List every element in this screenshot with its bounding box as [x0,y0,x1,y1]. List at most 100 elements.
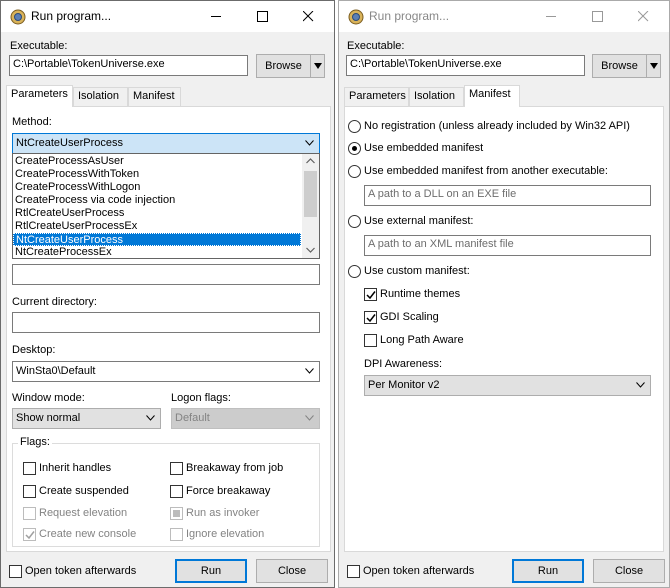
browse-label: Browse [601,60,638,72]
window-mode-label: Window mode: [12,392,85,404]
use-embedded-other-radio[interactable] [348,165,361,178]
desktop-select[interactable]: WinSta0\Default [12,361,320,382]
long-path-aware-label: Long Path Aware [380,334,464,346]
runtime-themes-checkbox[interactable] [364,288,377,301]
browse-dropdown-arrow[interactable] [646,55,660,77]
force-breakaway-checkbox[interactable] [170,485,183,498]
title-bar[interactable]: Run program... [1,1,334,32]
close-button[interactable]: Close [593,559,665,583]
logon-flags-label: Logon flags: [171,392,231,404]
executable-label: Executable: [347,40,405,52]
xml-path-input[interactable]: A path to an XML manifest file [364,235,651,256]
checkmark-icon [366,291,376,300]
open-token-afterwards-checkbox[interactable] [9,565,22,578]
request-elevation-label: Request elevation [39,507,128,519]
scroll-down-icon[interactable] [306,247,315,253]
runtime-themes-label: Runtime themes [380,288,461,300]
tab-parameters[interactable]: Parameters [344,87,409,106]
run-button[interactable]: Run [512,559,584,583]
xml-path-placeholder: A path to an XML manifest file [368,238,514,250]
use-custom-manifest-label: Use custom manifest: [364,265,470,277]
executable-label: Executable: [10,40,68,52]
browse-dropdown-arrow[interactable] [310,55,324,77]
method-option[interactable]: RtlCreateUserProcess [13,207,303,220]
tab-manifest[interactable]: Manifest [464,85,520,107]
dropdown-scrollbar[interactable] [302,154,319,258]
maximize-icon [257,11,268,22]
create-suspended-label: Create suspended [39,485,129,497]
open-token-afterwards-checkbox[interactable] [347,565,360,578]
open-token-afterwards-label: Open token afterwards [25,565,137,577]
use-custom-manifest-radio[interactable] [348,265,361,278]
close-window-button[interactable] [621,1,667,32]
parameters-input[interactable] [12,264,320,285]
minimize-icon [211,16,221,17]
checkmark-icon [366,314,376,323]
dpi-awareness-select[interactable]: Per Monitor v2 [364,375,651,396]
long-path-aware-checkbox[interactable] [364,334,377,347]
scroll-up-icon[interactable] [306,158,315,164]
use-embedded-manifest-radio[interactable] [348,142,361,155]
method-option[interactable]: RtlCreateUserProcessEx [13,220,303,233]
create-suspended-checkbox[interactable] [23,485,36,498]
breakaway-from-job-label: Breakaway from job [186,462,284,474]
method-option[interactable]: CreateProcessWithLogon [13,181,303,194]
dll-path-input[interactable]: A path to a DLL on an EXE file [364,185,651,206]
maximize-icon [592,11,603,22]
use-embedded-other-label: Use embedded manifest from another execu… [364,165,608,177]
use-embedded-manifest-label: Use embedded manifest [364,142,484,154]
method-option[interactable]: NtCreateProcessEx [13,246,303,259]
no-registration-radio[interactable] [348,120,361,133]
tab-parameters[interactable]: Parameters [6,85,73,107]
tab-isolation[interactable]: Isolation [73,87,128,106]
indeterminate-mark [173,510,180,517]
minimize-icon [546,16,556,17]
current-directory-input[interactable] [12,312,320,333]
inherit-handles-checkbox[interactable] [23,462,36,475]
method-select[interactable]: NtCreateUserProcess [12,133,320,154]
close-button[interactable]: Close [256,559,328,583]
no-registration-label: No registration (unless already included… [364,120,630,132]
ignore-elevation-checkbox [170,528,183,541]
dpi-awareness-label: DPI Awareness: [364,358,443,370]
chevron-down-icon [636,382,645,388]
breakaway-from-job-checkbox[interactable] [170,462,183,475]
use-external-manifest-radio[interactable] [348,215,361,228]
run-as-invoker-checkbox [170,507,183,520]
tab-manifest[interactable]: Manifest [128,87,181,106]
radio-selected-dot [352,146,357,151]
method-option-selected[interactable]: NtCreateUserProcess [13,233,301,246]
browse-label: Browse [265,60,302,72]
force-breakaway-label: Force breakaway [186,485,271,497]
minimize-button[interactable] [529,1,575,32]
app-icon [348,9,364,25]
maximize-button[interactable] [240,1,286,32]
method-label: Method: [12,116,52,128]
window-title: Run program... [369,9,450,23]
browse-button[interactable]: Browse [256,54,325,78]
method-option[interactable]: CreateProcessAsUser [13,155,303,168]
scrollbar-thumb[interactable] [304,171,317,217]
window-mode-select[interactable]: Show normal [12,408,161,429]
maximize-button[interactable] [575,1,621,32]
minimize-button[interactable] [194,1,240,32]
method-option[interactable]: CreateProcess via code injection [13,194,303,207]
method-option[interactable]: CreateProcessWithToken [13,168,303,181]
gdi-scaling-checkbox[interactable] [364,311,377,324]
run-button[interactable]: Run [175,559,247,583]
executable-input[interactable]: C:\Portable\TokenUniverse.exe [9,55,248,76]
chevron-down-icon [305,140,314,146]
browse-button[interactable]: Browse [592,54,661,78]
run-program-window-parameters: Run program... Executable: C:\Portable\T… [0,0,335,588]
close-icon [638,11,649,22]
executable-input[interactable]: C:\Portable\TokenUniverse.exe [346,55,585,76]
title-bar[interactable]: Run program... [339,1,669,32]
app-icon [10,9,26,25]
create-new-console-checkbox [23,528,36,541]
logon-flags-select: Default [171,408,320,429]
close-window-button[interactable] [286,1,332,32]
tab-isolation[interactable]: Isolation [409,87,464,106]
flags-label: Flags: [18,436,52,448]
window-title: Run program... [31,9,112,23]
method-dropdown-list[interactable]: CreateProcessAsUser CreateProcessWithTok… [12,153,320,259]
